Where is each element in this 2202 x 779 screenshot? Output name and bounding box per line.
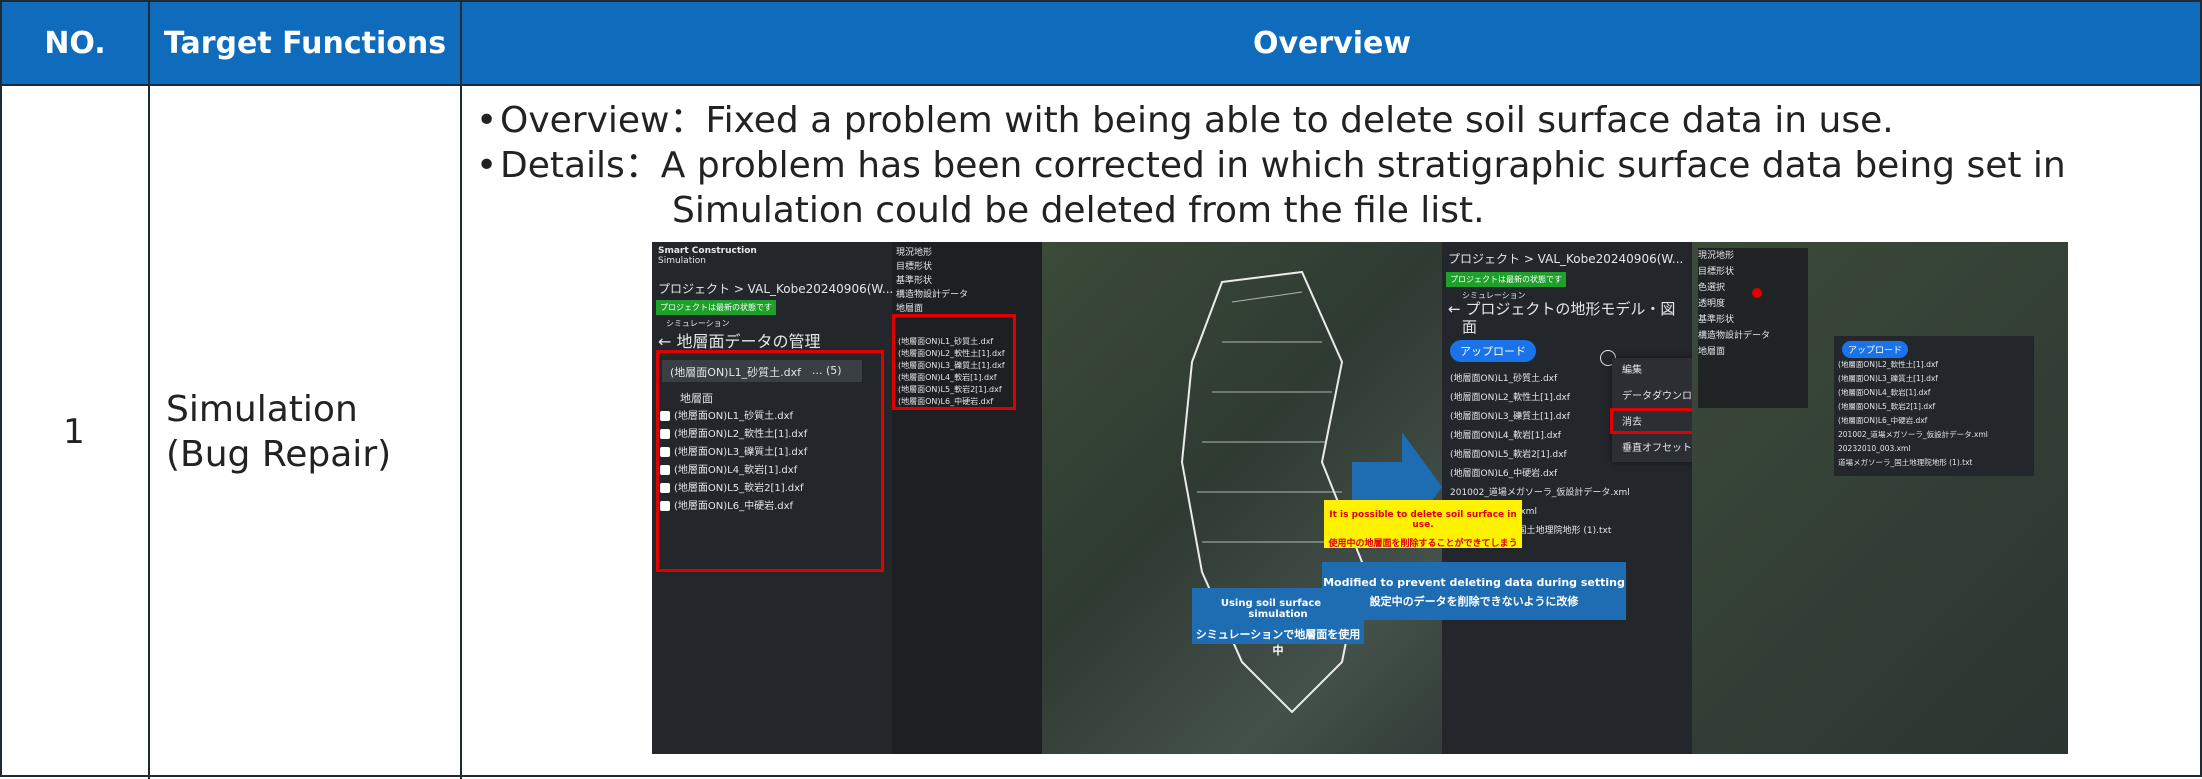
- target-function: Simulation (Bug Repair): [152, 86, 458, 777]
- arrow-icon: [1932, 382, 1992, 462]
- project-breadcrumb[interactable]: プロジェクト > VAL_Kobe20240906(W...: [1448, 250, 1683, 267]
- upload-button[interactable]: アップロード: [1450, 340, 1536, 362]
- callout-fix: Modified to prevent deleting data during…: [1322, 562, 1626, 620]
- overview-line: Overview：Fixed a problem with being able…: [500, 100, 1894, 141]
- file-list-item[interactable]: 201002_道場メガソーラ_仮設計データ.xml: [1838, 428, 1988, 442]
- right-map: 現況地形 目標形状 色選択 透明度 基準形状 構造物設計データ 地層面 アップロード (地層…: [1692, 242, 2068, 754]
- file-panel: アップロード (地層面ON)L2_軟性土[1].dxf (地層面ON)L3_礫質土…: [1834, 336, 2034, 476]
- callout-problem: It is possible to delete soil surface in…: [1324, 500, 1522, 549]
- project-breadcrumb[interactable]: プロジェクト > VAL_Kobe20240906(W...: [658, 280, 893, 297]
- release-table: NO. Target Functions Overview 1 Simulati…: [0, 0, 2202, 779]
- status-bar: プロジェクトは最新の状態です: [1446, 272, 1566, 287]
- file-list-item[interactable]: (地層面ON)L2_軟性土[1].dxf: [1838, 358, 1988, 372]
- file-list-item[interactable]: 道場メガソーラ_国土地理院地形 (1).txt: [1838, 456, 1988, 470]
- highlight-box: [656, 350, 884, 572]
- layer-item[interactable]: 構造物設計データ: [896, 288, 968, 302]
- bullet-icon: •: [476, 100, 498, 141]
- overview-text: • Overview：Fixed a problem with being abl…: [476, 98, 2196, 233]
- file-list-item[interactable]: (地層面ON)L6_中硬岩.dxf: [1450, 465, 1630, 484]
- header-no: NO.: [44, 25, 106, 61]
- function-type: (Bug Repair): [166, 433, 392, 475]
- status-bar: プロジェクトは最新の状態です: [656, 300, 776, 315]
- right-sidebar: プロジェクト > VAL_Kobe20240906(W... プロジェクトは最新…: [1442, 242, 1692, 754]
- brand-sub: Simulation: [658, 256, 706, 266]
- page-title: ← プロジェクトの地形モデル・図: [1448, 300, 1676, 318]
- column-divider: [460, 2, 462, 779]
- header-target-functions: Target Functions: [163, 25, 447, 61]
- page-title-2: 面: [1462, 318, 1478, 336]
- upload-button[interactable]: アップロード: [1842, 338, 1909, 358]
- header-overview: Overview: [1252, 25, 1412, 61]
- brand: Smart Construction: [658, 246, 757, 256]
- page-title: ← 地層面データの管理: [658, 332, 821, 351]
- file-list-item[interactable]: (地層面ON)L5_軟岩2[1].dxf: [1838, 400, 1988, 414]
- file-list-item[interactable]: (地層面ON)L4_軟岩[1].dxf: [1838, 386, 1988, 400]
- column-divider: [148, 2, 150, 779]
- file-list-item[interactable]: (地層面ON)L1_砂質土.dxf: [1450, 370, 1630, 389]
- layer-panel: 現況地形 目標形状 基準形状 構造物設計データ 地層面 (地層面ON)L1_砂質土.dx…: [892, 242, 1042, 754]
- file-list-item[interactable]: (地層面ON)L6_中硬岩.dxf: [1838, 414, 1988, 428]
- layer-item[interactable]: 現況地形: [896, 246, 968, 260]
- details-line: Details：A problem has been corrected in …: [500, 145, 2066, 186]
- file-list-item[interactable]: (地層面ON)L3_礫質土[1].dxf: [1838, 372, 1988, 386]
- details-line-2: Simulation could be deleted from the fil…: [672, 190, 1485, 231]
- left-sidebar: Smart Construction Simulation プロジェクト > V…: [652, 242, 893, 754]
- file-list-item[interactable]: (地層面ON)L2_軟性土[1].dxf: [1450, 389, 1630, 408]
- highlight-box: [892, 314, 1016, 410]
- row-number: 1: [63, 411, 85, 452]
- file-list-item[interactable]: 20232010_003.xml: [1838, 442, 1988, 456]
- layer-item[interactable]: 目標形状: [896, 260, 968, 274]
- bullet-icon: •: [476, 145, 498, 186]
- file-list-item[interactable]: (地層面ON)L3_礫質土[1].dxf: [1450, 408, 1630, 427]
- embedded-screenshot: Smart Construction Simulation プロジェクト > V…: [652, 242, 2068, 754]
- function-name: Simulation: [166, 388, 358, 430]
- layer-item[interactable]: 基準形状: [896, 274, 968, 288]
- file-list-item[interactable]: (地層面ON)L4_軟岩[1].dxf: [1450, 427, 1630, 446]
- file-list-item[interactable]: (地層面ON)L5_軟岩2[1].dxf: [1450, 446, 1630, 465]
